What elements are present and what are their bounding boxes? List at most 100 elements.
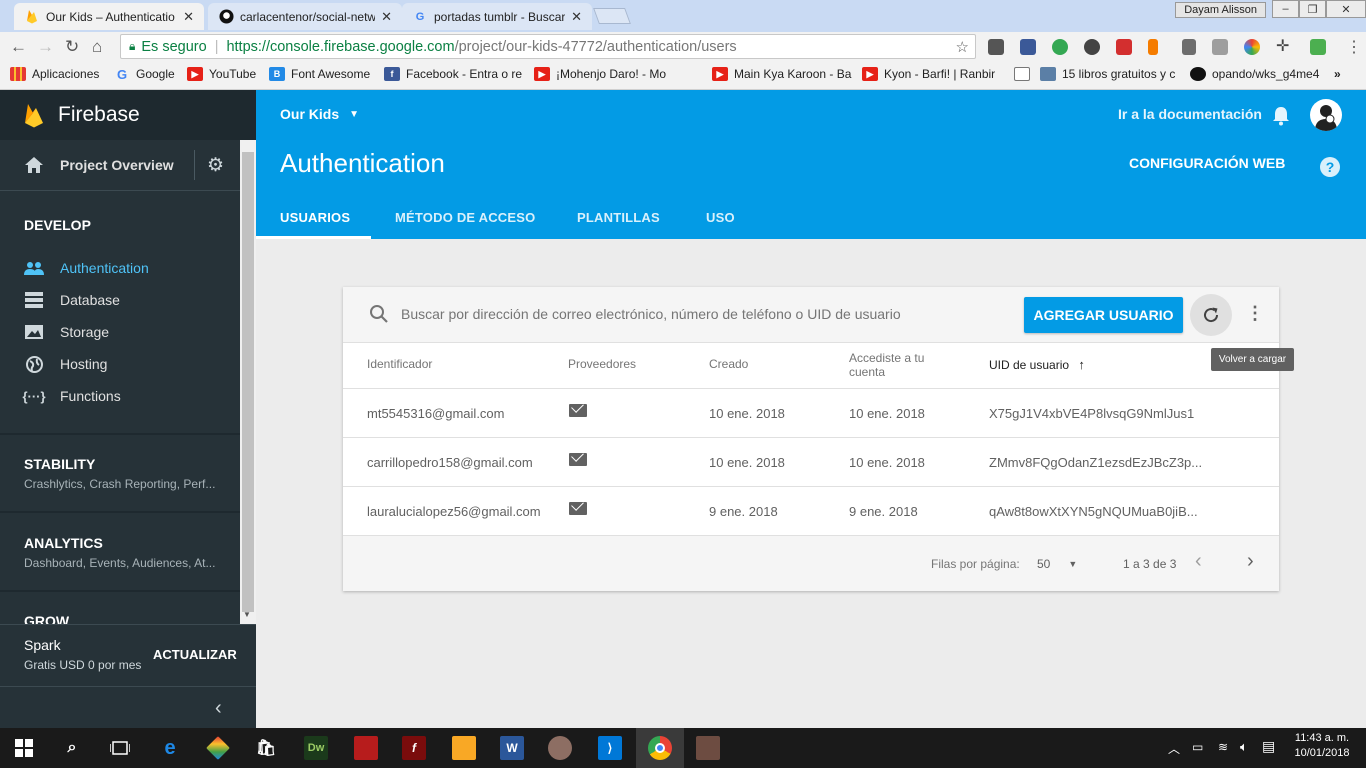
new-tab-button[interactable]: [593, 8, 631, 24]
download-extension-icon[interactable]: [988, 39, 1004, 55]
bookmark-item[interactable]: ▶ YouTube: [187, 67, 259, 81]
avatar[interactable]: [1310, 99, 1342, 131]
column-header-uid[interactable]: UID de usuario ↑: [989, 357, 1085, 372]
home-icon[interactable]: ⌂: [92, 37, 102, 57]
stability-section-title[interactable]: STABILITY: [24, 456, 95, 472]
red-extension-icon[interactable]: [1116, 39, 1132, 55]
store-icon[interactable]: 🛍︎: [254, 736, 278, 760]
address-bar[interactable]: 🔒︎ Es seguro | https://console.firebase.…: [120, 34, 976, 59]
column-header-providers[interactable]: Proveedores: [568, 357, 636, 371]
chrome-menu-icon[interactable]: ⋮: [1346, 37, 1362, 57]
minimize-icon[interactable]: –: [1272, 0, 1299, 18]
table-row[interactable]: lauralucialopez56@gmail.com 9 ene. 2018 …: [343, 487, 1279, 536]
bookmark-item[interactable]: ▶ Kyon - Barfi! | Ranbir: [862, 67, 1002, 81]
previous-page-icon[interactable]: ‹: [1195, 550, 1202, 573]
bookmark-item[interactable]: [1014, 67, 1032, 81]
project-selector[interactable]: Our Kids ▼: [280, 106, 359, 122]
bookmark-item[interactable]: f Facebook - Entra o re: [384, 67, 524, 81]
eyedropper-extension-icon[interactable]: [1182, 39, 1196, 55]
search-input[interactable]: [401, 301, 1001, 327]
tab-templates[interactable]: PLANTILLAS: [577, 210, 660, 225]
close-window-icon[interactable]: ✕: [1326, 0, 1366, 18]
windows-start-icon[interactable]: [12, 736, 36, 760]
notifications-bell-icon[interactable]: [1272, 106, 1290, 129]
chat-extension-icon[interactable]: [1052, 39, 1068, 55]
color-extension-icon[interactable]: [1244, 39, 1260, 55]
table-row[interactable]: mt5545316@gmail.com 10 ene. 2018 10 ene.…: [343, 389, 1279, 438]
more-options-icon[interactable]: ⋮: [1246, 303, 1264, 324]
bookmark-item[interactable]: ▶ ¡Mohenjo Daro! - Mo: [534, 67, 672, 81]
browser-tab-firebase[interactable]: Our Kids – Authenticatio ✕: [14, 3, 204, 30]
column-header-identifier[interactable]: Identificador: [367, 357, 432, 371]
forward-icon[interactable]: →: [37, 37, 54, 57]
sidebar-item-database[interactable]: Database: [24, 287, 234, 313]
bookmark-item[interactable]: Aplicaciones: [10, 67, 108, 81]
add-user-button[interactable]: AGREGAR USUARIO: [1024, 297, 1183, 333]
word-icon[interactable]: W: [500, 736, 524, 760]
rows-per-page-select[interactable]: 50 ▼: [1037, 553, 1077, 571]
project-overview-link[interactable]: Project Overview: [60, 157, 174, 173]
profile-button[interactable]: Dayam Alisson: [1175, 2, 1266, 18]
scrollbar-thumb[interactable]: [242, 152, 254, 612]
dreamweaver-icon[interactable]: Dw: [304, 736, 328, 760]
screenshot-extension-icon[interactable]: [1212, 39, 1228, 55]
flash-icon[interactable]: f: [402, 736, 426, 760]
evernote-extension-icon[interactable]: [1084, 39, 1100, 55]
file-explorer-icon[interactable]: [452, 736, 476, 760]
browser-tab-google[interactable]: G portadas tumblr - Buscar ✕: [402, 3, 592, 30]
creative-cloud-icon[interactable]: [354, 736, 378, 760]
bookmark-star-icon[interactable]: ☆: [956, 38, 969, 56]
volume-icon[interactable]: 🔈︎: [1240, 739, 1248, 755]
chrome-taskbar-icon[interactable]: [648, 736, 672, 760]
clock[interactable]: 11:43 a. m. 10/01/2018: [1292, 732, 1352, 759]
tab-usage[interactable]: USO: [706, 210, 735, 225]
bookmark-item[interactable]: ▶ Main Kya Karoon - Ba: [712, 67, 852, 81]
paint-icon[interactable]: [548, 736, 572, 760]
bookmark-item[interactable]: opando/wks_g4me4: [1190, 67, 1326, 81]
tab-users[interactable]: USUARIOS: [280, 210, 350, 225]
close-tab-icon[interactable]: ✕: [571, 9, 582, 25]
close-tab-icon[interactable]: ✕: [183, 9, 194, 25]
app-diamond-icon[interactable]: [206, 736, 230, 760]
docs-link[interactable]: Ir a la documentación: [1118, 106, 1262, 122]
web-config-button[interactable]: CONFIGURACIÓN WEB: [1129, 155, 1285, 171]
browser-tab-github[interactable]: carlacentenor/social-netw ✕: [208, 3, 402, 30]
more-bookmarks-button[interactable]: »: [1334, 67, 1354, 81]
orange-extension-icon[interactable]: [1148, 39, 1158, 55]
notifications-icon[interactable]: ▤: [1262, 738, 1275, 755]
table-row[interactable]: carrillopedro158@gmail.com 10 ene. 2018 …: [343, 438, 1279, 487]
bookmark-item[interactable]: G Google: [114, 67, 180, 81]
wifi-icon[interactable]: ≋: [1218, 740, 1228, 754]
analytics-section-title[interactable]: ANALYTICS: [24, 535, 103, 551]
network-icon[interactable]: ▭: [1192, 740, 1203, 754]
column-header-created[interactable]: Creado: [709, 357, 748, 371]
help-icon[interactable]: ?: [1320, 157, 1340, 177]
gear-icon[interactable]: ⚙: [207, 154, 224, 177]
sidebar-item-hosting[interactable]: Hosting: [24, 351, 234, 377]
sidebar-item-storage[interactable]: Storage: [24, 319, 234, 345]
sidebar-item-functions[interactable]: {···} Functions: [22, 383, 234, 409]
close-tab-icon[interactable]: ✕: [381, 9, 392, 25]
bookmark-item[interactable]: 15 libros gratuitos y c: [1040, 67, 1180, 81]
back-icon[interactable]: ←: [10, 37, 27, 57]
camera-extension-icon[interactable]: [1020, 39, 1036, 55]
search-icon[interactable]: ⌕: [60, 736, 84, 760]
next-page-icon[interactable]: ›: [1247, 550, 1254, 573]
edge-icon[interactable]: e: [158, 736, 182, 760]
sidebar-brand[interactable]: Firebase: [0, 90, 256, 140]
move-extension-icon[interactable]: ✛: [1276, 36, 1292, 55]
reload-users-button[interactable]: [1190, 294, 1232, 336]
green-extension-icon[interactable]: [1310, 39, 1326, 55]
task-view-icon[interactable]: [108, 736, 132, 760]
scroll-down-icon[interactable]: ▼: [243, 610, 251, 619]
tray-chevron-up-icon[interactable]: ︿: [1168, 740, 1180, 757]
bookmark-item[interactable]: B Font Awesome: [269, 67, 375, 81]
sidebar-scrollbar[interactable]: ▼: [240, 140, 256, 625]
grow-section-title[interactable]: GROW: [24, 613, 69, 624]
restore-icon[interactable]: ❐: [1299, 0, 1326, 18]
tab-sign-in-method[interactable]: MÉTODO DE ACCESO: [395, 210, 535, 225]
media-icon[interactable]: [696, 736, 720, 760]
collapse-sidebar-icon[interactable]: ‹: [215, 697, 222, 720]
upgrade-button[interactable]: ACTUALIZAR: [153, 647, 237, 662]
sidebar-item-authentication[interactable]: Authentication: [24, 255, 234, 281]
